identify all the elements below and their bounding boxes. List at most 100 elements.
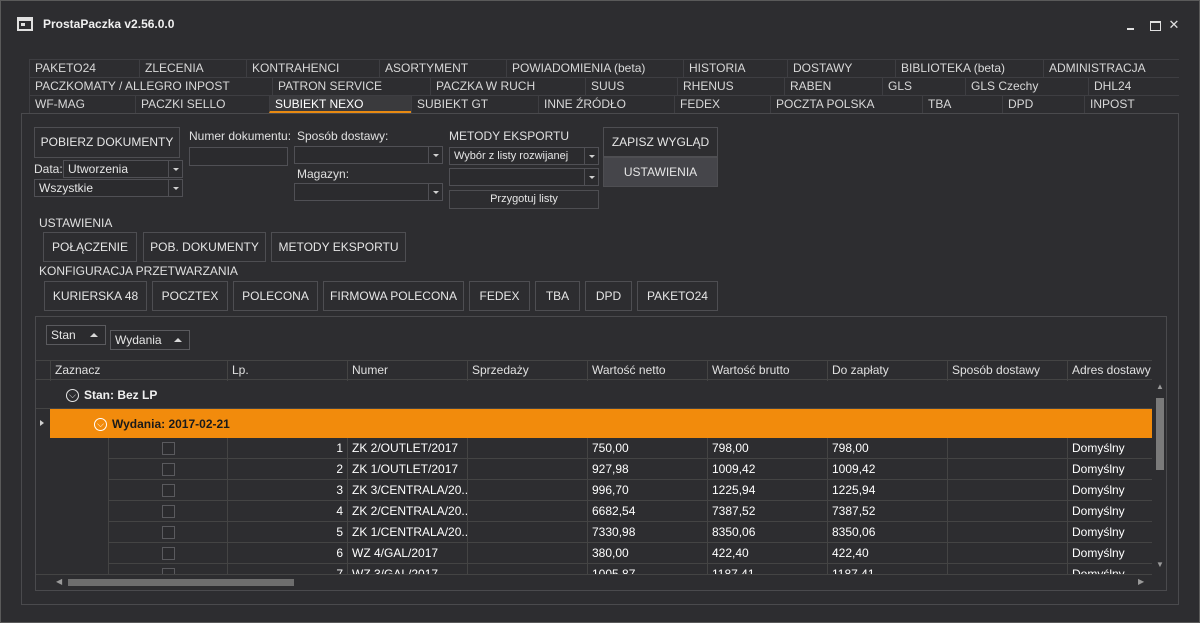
delivery-method-select[interactable]: [294, 146, 443, 164]
table-row[interactable]: 2 ZK 1/OUTLET/2017 927,98 1009,42 1009,42 Dom…: [36, 459, 1152, 480]
tab-dpd[interactable]: DPD: [1002, 95, 1084, 113]
export-methods-button[interactable]: METODY EKSPORTU: [271, 232, 406, 262]
tab-suus[interactable]: SUUS: [585, 77, 677, 95]
tab-kontrahenci[interactable]: KONTRAHENCI: [246, 59, 379, 77]
select-checkbox[interactable]: [162, 547, 175, 560]
col-lp[interactable]: Lp.: [227, 361, 347, 381]
col-sposob-dostawy[interactable]: Sposób dostawy: [947, 361, 1067, 381]
tab-dhl24[interactable]: DHL24: [1088, 77, 1179, 95]
firmowa-polecona-button[interactable]: FIRMOWA POLECONA: [323, 281, 464, 311]
cell-do_zaplaty: 8350,06: [827, 522, 947, 543]
vertical-scrollbar[interactable]: ▲ ▼: [1153, 380, 1166, 573]
col-do-zaplaty[interactable]: Do zapłaty: [827, 361, 947, 381]
paketo24-button[interactable]: PAKETO24: [637, 281, 718, 311]
window-title: ProstaPaczka v2.56.0.0: [43, 17, 175, 31]
tab-paczkomaty[interactable]: PACZKOMATY / ALLEGRO INPOST: [29, 77, 272, 95]
col-wartosc-netto[interactable]: Wartość netto: [587, 361, 707, 381]
collapse-icon[interactable]: ⌵: [94, 418, 107, 431]
documents-grid: Stan Wydania Zaznacz Lp. Numer Sprzedaży…: [35, 316, 1167, 591]
maximize-icon[interactable]: [1147, 17, 1163, 33]
col-numer[interactable]: Numer: [347, 361, 467, 381]
tab-paketo24[interactable]: PAKETO24: [29, 59, 139, 77]
export-method-select[interactable]: Wybór z listy rozwijanej: [449, 147, 599, 165]
tab-poczta-polska[interactable]: POCZTA POLSKA: [770, 95, 922, 113]
cell-numer: ZK 1/OUTLET/2017: [347, 459, 467, 480]
scroll-right-icon[interactable]: ▶: [1138, 577, 1144, 586]
tab-inpost[interactable]: INPOST: [1084, 95, 1179, 113]
col-sprzedazy[interactable]: Sprzedaży: [467, 361, 587, 381]
cell-sprzedazy: [467, 501, 587, 522]
vertical-scroll-thumb[interactable]: [1156, 398, 1164, 470]
table-row[interactable]: 6 WZ 4/GAL/2017 380,00 422,40 422,40 Domyślny: [36, 543, 1152, 564]
collapse-icon[interactable]: ⌵: [66, 389, 79, 402]
date-type-select[interactable]: Utworzenia: [63, 160, 183, 178]
fetch-documents-button[interactable]: POBIERZ DOKUMENTY: [34, 127, 180, 158]
tab-tba[interactable]: TBA: [922, 95, 1002, 113]
horizontal-scroll-thumb[interactable]: [68, 579, 294, 586]
settings-button[interactable]: USTAWIENIA: [603, 157, 718, 187]
date-label: Data:: [34, 162, 63, 176]
connection-button[interactable]: POŁĄCZENIE: [43, 232, 137, 262]
tab-powiadomienia[interactable]: POWIADOMIENIA (beta): [506, 59, 683, 77]
kurierska48-button[interactable]: KURIERSKA 48: [44, 281, 147, 311]
tab-gls[interactable]: GLS: [882, 77, 965, 95]
group-by-wydania[interactable]: Wydania: [110, 330, 190, 350]
scroll-left-icon[interactable]: ◀: [56, 577, 62, 586]
select-checkbox[interactable]: [162, 505, 175, 518]
pocztex-button[interactable]: POCZTEX: [152, 281, 228, 311]
date-range-select[interactable]: Wszystkie: [34, 179, 183, 197]
tab-dostawy[interactable]: DOSTAWY: [787, 59, 895, 77]
cell-sposob: [947, 438, 1067, 459]
doc-number-input[interactable]: [189, 147, 288, 166]
group-wydania-label: Wydania: 2017-02-21: [112, 417, 230, 431]
tab-subiekt-gt[interactable]: SUBIEKT GT: [411, 95, 538, 113]
group-by-stan[interactable]: Stan: [46, 325, 106, 345]
table-row[interactable]: 3 ZK 3/CENTRALA/20... 996,70 1225,94 1225,94…: [36, 480, 1152, 501]
select-checkbox[interactable]: [162, 484, 175, 497]
export-method-secondary-select[interactable]: [449, 168, 599, 186]
tab-rhenus[interactable]: RHENUS: [677, 77, 784, 95]
tab-gls-czechy[interactable]: GLS Czechy: [965, 77, 1088, 95]
scroll-down-icon[interactable]: ▼: [1156, 560, 1164, 569]
group-row-wydania[interactable]: ⌵ Wydania: 2017-02-21: [36, 409, 1152, 438]
col-wartosc-brutto[interactable]: Wartość brutto: [707, 361, 827, 381]
col-adres-dostawy[interactable]: Adres dostawy: [1067, 361, 1152, 381]
tab-paczki-sello[interactable]: PACZKI SELLO: [135, 95, 269, 113]
tab-wf-mag[interactable]: WF-MAG: [29, 95, 135, 113]
select-checkbox[interactable]: [162, 442, 175, 455]
tab-inne-zrodlo[interactable]: INNE ŹRÓDŁO: [538, 95, 674, 113]
cell-sposob: [947, 522, 1067, 543]
tab-paczka-w-ruch[interactable]: PACZKA W RUCH: [430, 77, 585, 95]
tab-raben[interactable]: RABEN: [784, 77, 882, 95]
cell-lp: 3: [227, 480, 347, 501]
tab-asortyment[interactable]: ASORTYMENT: [379, 59, 506, 77]
tab-patron-service[interactable]: PATRON SERVICE: [272, 77, 430, 95]
select-checkbox[interactable]: [162, 463, 175, 476]
tab-administracja[interactable]: ADMINISTRACJA: [1043, 59, 1179, 77]
settings-section-title: USTAWIENIA: [39, 216, 113, 230]
close-icon[interactable]: ✕: [1166, 17, 1182, 33]
chevron-down-icon: [168, 161, 182, 177]
table-row[interactable]: 5 ZK 1/CENTRALA/20... 7330,98 8350,06 8350,0…: [36, 522, 1152, 543]
tba-button[interactable]: TBA: [535, 281, 580, 311]
col-zaznacz[interactable]: Zaznacz: [50, 361, 227, 381]
horizontal-scrollbar[interactable]: ◀ ▶: [36, 574, 1152, 590]
table-row[interactable]: 1 ZK 2/OUTLET/2017 750,00 798,00 798,00 Domyś…: [36, 438, 1152, 459]
fedex-button[interactable]: FEDEX: [469, 281, 530, 311]
warehouse-select[interactable]: [294, 183, 443, 201]
tab-biblioteka[interactable]: BIBLIOTEKA (beta): [895, 59, 1043, 77]
fetch-docs-settings-button[interactable]: POB. DOKUMENTY: [143, 232, 266, 262]
minimize-icon[interactable]: [1123, 17, 1139, 33]
tab-historia[interactable]: HISTORIA: [683, 59, 787, 77]
save-layout-button[interactable]: ZAPISZ WYGLĄD: [603, 127, 718, 157]
tab-subiekt-nexo[interactable]: SUBIEKT NEXO: [269, 95, 411, 113]
polecona-button[interactable]: POLECONA: [233, 281, 318, 311]
tab-fedex[interactable]: FEDEX: [674, 95, 770, 113]
dpd-button[interactable]: DPD: [585, 281, 632, 311]
scroll-up-icon[interactable]: ▲: [1156, 382, 1164, 391]
select-checkbox[interactable]: [162, 526, 175, 539]
prepare-lists-button[interactable]: Przygotuj listy: [449, 190, 599, 209]
tab-zlecenia[interactable]: ZLECENIA: [139, 59, 246, 77]
table-row[interactable]: 4 ZK 2/CENTRALA/20... 6682,54 7387,52 7387,5…: [36, 501, 1152, 522]
group-row-stan[interactable]: ⌵ Stan: Bez LP: [36, 380, 1152, 409]
